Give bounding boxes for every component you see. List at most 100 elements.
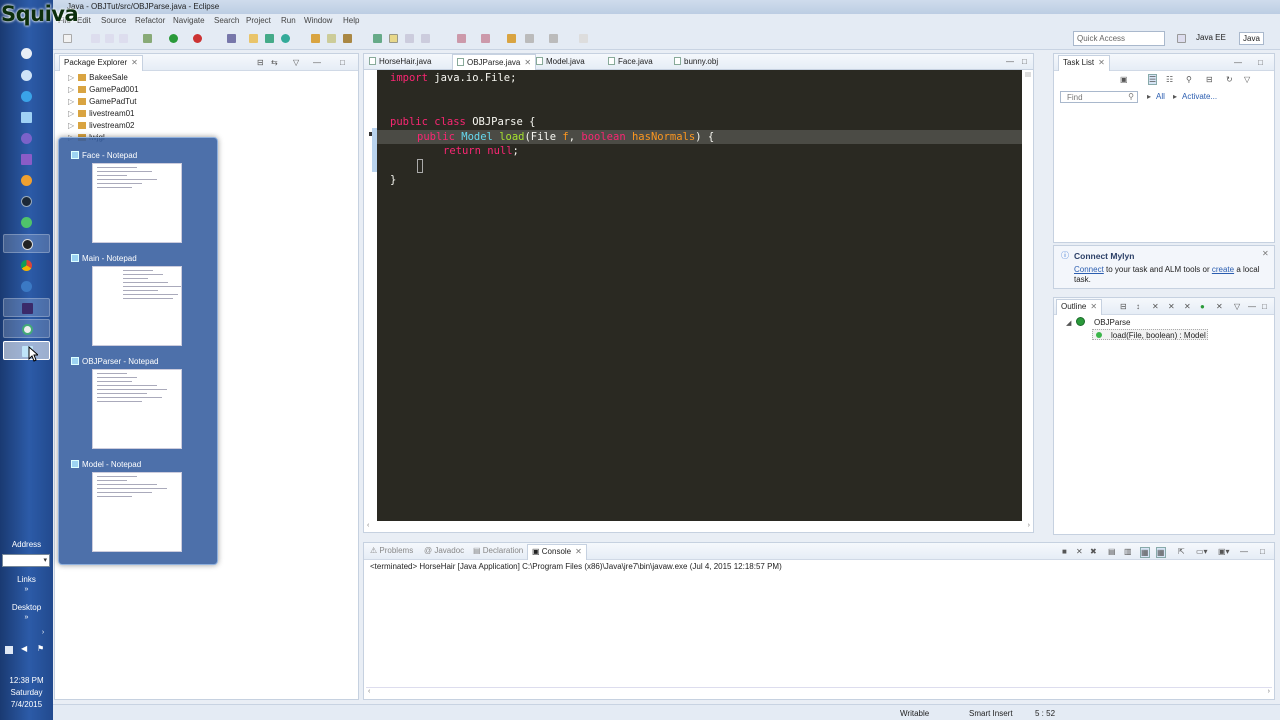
outline-class[interactable]: OBJParse — [1094, 318, 1130, 327]
collapse-all-icon[interactable]: ⊟ — [257, 58, 264, 67]
menu-window[interactable]: Window — [304, 16, 332, 25]
taskbar-button-1[interactable] — [3, 44, 50, 63]
terminate-icon[interactable]: ■ — [1062, 547, 1067, 556]
collapse-icon[interactable]: ◢ — [1066, 319, 1071, 327]
tab-javadoc[interactable]: @ Javadoc — [424, 546, 464, 555]
print-icon[interactable] — [119, 34, 128, 43]
tab-task-list[interactable]: Task List ✕ — [1058, 55, 1110, 71]
taskbar-button-3[interactable] — [3, 87, 50, 106]
clear-console-icon[interactable]: ▤ — [1108, 547, 1116, 556]
run-external-icon[interactable] — [193, 34, 202, 43]
menu-search[interactable]: Search — [214, 16, 239, 25]
horizontal-scrollbar[interactable]: ‹ › — [363, 521, 1034, 533]
taskbar-button-notepad[interactable] — [3, 341, 50, 360]
chevron-down-icon[interactable]: » — [0, 586, 53, 593]
display-console-icon[interactable]: ▭▾ — [1196, 547, 1208, 556]
close-icon[interactable]: ✕ — [131, 58, 138, 67]
categorized-icon[interactable]: ☰ — [1148, 74, 1158, 85]
new-icon[interactable] — [63, 34, 72, 43]
sort-icon[interactable]: ↕ — [1136, 302, 1140, 311]
desktop-label[interactable]: Desktop — [0, 603, 53, 612]
menu-source[interactable]: Source — [101, 16, 126, 25]
clock-date[interactable]: 7/4/2015 — [0, 700, 53, 709]
task-filter-all[interactable]: All — [1156, 92, 1165, 101]
sync-icon[interactable]: ↻ — [1226, 75, 1233, 84]
maximize-icon[interactable]: □ — [1262, 302, 1267, 311]
minimize-icon[interactable]: — — [1234, 58, 1242, 67]
show-on-stdout-icon[interactable]: ▦ — [1140, 547, 1150, 558]
hide-nonpublic-icon[interactable]: ✕ — [1184, 302, 1191, 311]
clock-time[interactable]: 12:38 PM — [0, 676, 53, 685]
maximize-icon[interactable]: □ — [1022, 57, 1027, 66]
menu-project[interactable]: Project — [246, 16, 271, 25]
code-editor[interactable]: import java.io.File; public class OBJPar… — [377, 70, 1022, 521]
chevron-down-icon[interactable]: » — [0, 614, 53, 621]
taskbar-button-4[interactable] — [3, 108, 50, 127]
taskbar-button-9[interactable] — [3, 213, 50, 232]
address-input[interactable]: ▾⇄ — [2, 554, 63, 567]
taskbar-button-5[interactable] — [3, 129, 50, 148]
taskbar-button-obs[interactable] — [3, 234, 50, 253]
connect-link[interactable]: Connect — [1074, 265, 1104, 274]
scroll-right-icon[interactable]: › — [1028, 522, 1030, 529]
expand-icon[interactable]: ▷ — [68, 121, 74, 130]
pin-console-icon[interactable]: ⇱ — [1178, 547, 1185, 556]
tree-item-project[interactable]: ▷ BakeeSale — [68, 73, 128, 82]
console-horizontal-scrollbar[interactable]: ‹ › — [366, 687, 1272, 697]
create-link[interactable]: create — [1212, 265, 1234, 274]
editor-ruler[interactable] — [363, 70, 377, 521]
scroll-left-icon[interactable]: ‹ — [368, 688, 370, 695]
new-package-icon[interactable] — [249, 34, 258, 43]
outline-method-row[interactable]: load(File, boolean) : Model — [1092, 329, 1208, 340]
volume-icon[interactable]: ◀ — [21, 644, 29, 653]
debug-icon[interactable] — [143, 34, 152, 43]
editor-tab-objparse[interactable]: OBJParse.java ✕ — [452, 54, 537, 71]
close-icon[interactable]: ✕ — [1090, 302, 1097, 311]
activate-task-link[interactable]: Activate... — [1182, 92, 1217, 101]
show-whitespace-icon[interactable] — [421, 34, 430, 43]
links-label[interactable]: Links — [0, 575, 53, 584]
save-icon[interactable] — [91, 34, 100, 43]
toggle-block-icon[interactable] — [405, 34, 414, 43]
tree-item-project[interactable]: ▷ livestream02 — [68, 121, 135, 130]
expand-icon[interactable]: ▷ — [68, 109, 74, 118]
forward-icon[interactable] — [549, 34, 558, 43]
menu-refactor[interactable]: Refactor — [135, 16, 165, 25]
view-menu-icon[interactable]: ▽ — [293, 58, 299, 67]
taskbar-button-eclipse[interactable] — [3, 298, 50, 317]
expand-icon[interactable]: ▷ — [68, 73, 74, 82]
chevron-right-icon[interactable]: ▸ — [1147, 92, 1151, 101]
minimize-icon[interactable]: — — [1240, 547, 1248, 556]
prev-annotation-icon[interactable] — [481, 34, 490, 43]
scroll-left-icon[interactable]: ‹ — [367, 522, 369, 529]
remove-launch-icon[interactable]: ✕ — [1076, 547, 1083, 556]
tab-problems[interactable]: ⚠ Problems — [370, 546, 413, 555]
scheduled-icon[interactable]: ☷ — [1166, 75, 1173, 84]
flag-icon[interactable]: ⚑ — [37, 644, 45, 653]
tab-package-explorer[interactable]: Package Explorer ✕ — [59, 55, 143, 71]
search-icon[interactable] — [343, 34, 352, 43]
overview-ruler[interactable] — [1022, 70, 1034, 521]
taskbar-button-14[interactable] — [3, 319, 50, 338]
close-icon[interactable]: ✕ — [1098, 58, 1105, 67]
expand-icon[interactable]: ▷ — [68, 85, 74, 94]
collapse-all-icon[interactable]: ⊟ — [1206, 75, 1213, 84]
open-task-icon[interactable] — [327, 34, 336, 43]
clock-day[interactable]: Saturday — [0, 688, 53, 697]
perspective-java-ee[interactable]: Java EE — [1193, 32, 1229, 43]
run-icon[interactable] — [169, 34, 178, 43]
view-menu-icon[interactable]: ▽ — [1234, 302, 1240, 311]
open-type-icon[interactable] — [311, 34, 320, 43]
editor-tab-horsehair[interactable]: HorseHair.java — [369, 57, 431, 66]
back-icon[interactable] — [525, 34, 534, 43]
maximize-icon[interactable]: □ — [1258, 58, 1263, 67]
search-icon[interactable]: ⚲ — [1128, 92, 1134, 101]
editor-tab-face[interactable]: Face.java — [608, 57, 653, 66]
menu-navigate[interactable]: Navigate — [173, 16, 205, 25]
maximize-icon[interactable]: □ — [340, 58, 345, 67]
taskbar-button-chrome[interactable] — [3, 256, 50, 275]
pin-editor-icon[interactable] — [579, 34, 588, 43]
tree-item-project[interactable]: ▷ livestream01 — [68, 109, 135, 118]
menu-run[interactable]: Run — [281, 16, 296, 25]
view-menu-icon[interactable]: ▽ — [1244, 75, 1250, 84]
